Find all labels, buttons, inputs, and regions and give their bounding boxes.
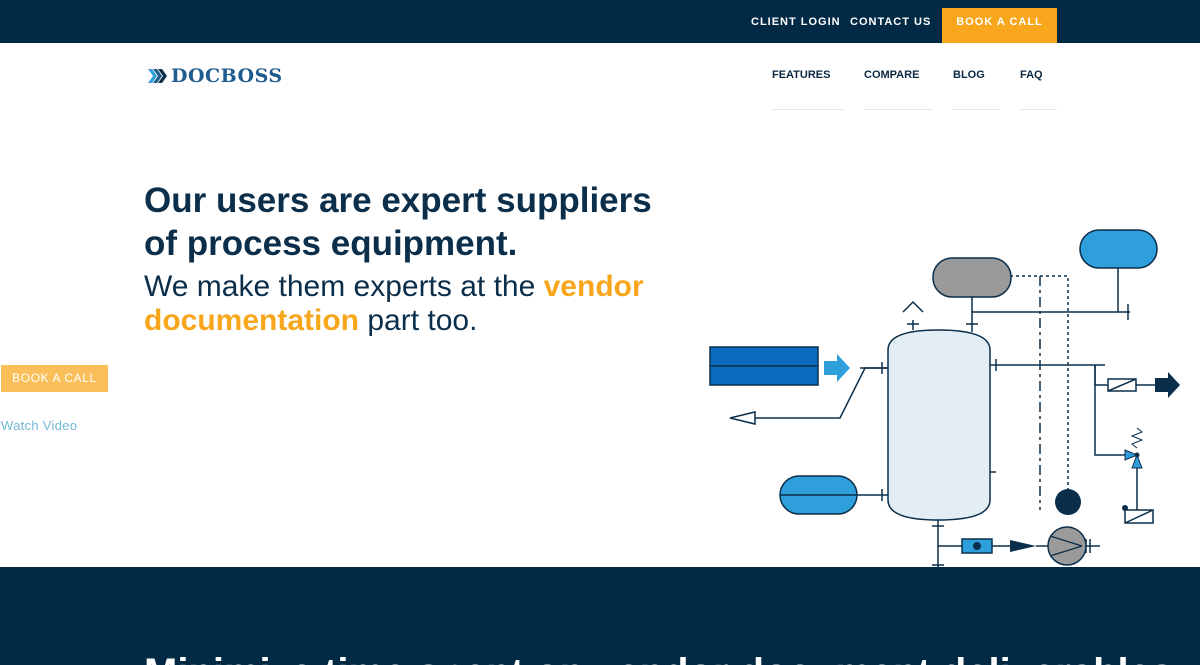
- hero-sub-highlight-documentation: documentation: [144, 304, 359, 337]
- top-bar: CLIENT LOGIN CONTACT US BOOK A CALL: [0, 0, 1200, 43]
- hero-sub-highlight-vendor: vendor: [543, 270, 644, 303]
- nav-underline: [772, 109, 844, 110]
- hero-book-a-call-button[interactable]: BOOK A CALL: [1, 365, 108, 392]
- hero-sub-part2: part too.: [359, 304, 478, 337]
- section-heading: Minimize time spent on vendor document d…: [144, 651, 1173, 665]
- features-section: Minimize time spent on vendor document d…: [0, 567, 1200, 665]
- nav-blog[interactable]: BLOG: [953, 69, 985, 81]
- nav-underline: [953, 109, 1000, 110]
- hero-headline-line2: of process equipment.: [144, 224, 518, 263]
- nav-faq[interactable]: FAQ: [1020, 69, 1043, 81]
- watch-video-link[interactable]: Watch Video: [1, 418, 77, 433]
- process-diagram-illustration: [709, 229, 1180, 568]
- logo-text: DOCBOSS: [171, 65, 283, 87]
- logo[interactable]: DOCBOSS: [147, 64, 283, 88]
- hero-sub-part1: We make them experts at the: [144, 270, 544, 303]
- hero-headline-line1: Our users are expert suppliers: [144, 181, 652, 220]
- nav-underline: [1020, 109, 1057, 110]
- hero-headline: Our users are expert suppliers of proces…: [144, 179, 684, 265]
- nav-underline: [864, 109, 933, 110]
- book-a-call-button[interactable]: BOOK A CALL: [942, 8, 1057, 43]
- contact-us-link[interactable]: CONTACT US: [850, 16, 931, 28]
- nav-features[interactable]: FEATURES: [772, 69, 830, 81]
- client-login-link[interactable]: CLIENT LOGIN: [751, 16, 841, 28]
- chevrons-icon: [148, 69, 167, 83]
- nav-compare[interactable]: COMPARE: [864, 69, 919, 81]
- hero-subheadline: We make them experts at the vendor docume…: [144, 270, 684, 338]
